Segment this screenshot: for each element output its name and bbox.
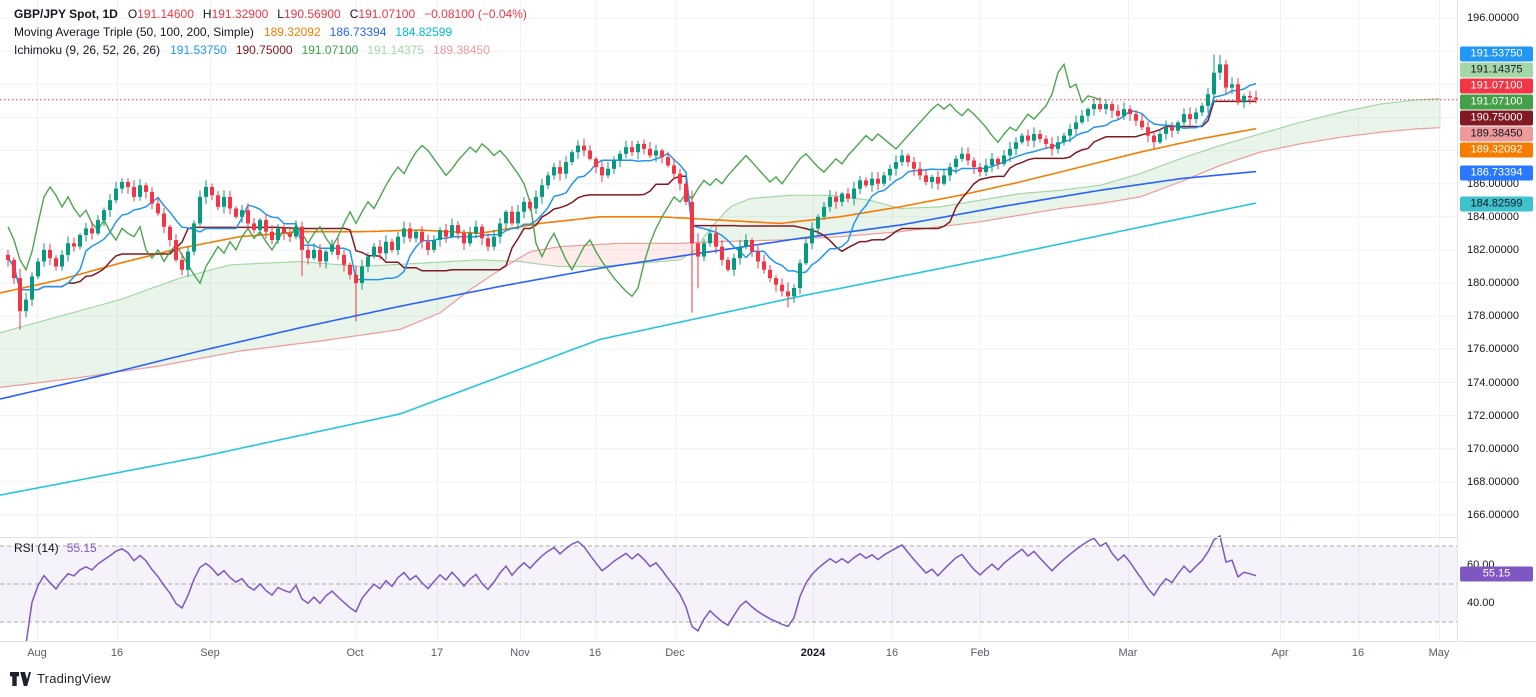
price-axis-label: 184.00000 xyxy=(1467,210,1519,223)
time-axis-label: Feb xyxy=(970,647,990,659)
open-label: O xyxy=(127,7,138,21)
time-axis-label: Mar xyxy=(1118,647,1138,659)
price-axis-badge: 186.73394 xyxy=(1460,165,1533,181)
tradingview-chart-window: GBP/JPY Spot, 1D O191.14600 H191.32900 L… xyxy=(0,0,1536,697)
rsi-indicator-title[interactable]: RSI (14) xyxy=(14,541,59,555)
ichimoku-base-value: 190.75000 xyxy=(235,43,293,57)
rsi-legend-row: RSI (14) 55.15 xyxy=(14,541,97,555)
symbol-legend-row: GBP/JPY Spot, 1D O191.14600 H191.32900 L… xyxy=(14,5,536,23)
open-value: 191.14600 xyxy=(137,7,194,21)
ichimoku-leadb-value: 189.38450 xyxy=(433,43,490,57)
high-label: H xyxy=(202,7,212,21)
tradingview-logo-icon xyxy=(10,671,31,686)
price-axis-badge: 189.38450 xyxy=(1460,126,1533,142)
time-axis-label: Nov xyxy=(510,647,530,659)
price-axis[interactable]: 196.00000 186.00000 184.00000 182.00000 180.… xyxy=(1457,0,1536,663)
tradingview-logo[interactable]: TradingView xyxy=(10,671,111,686)
time-axis-label: 16 xyxy=(1351,647,1365,659)
ichimoku-leada-value: 191.14375 xyxy=(367,43,425,57)
pane-divider[interactable] xyxy=(0,537,1536,538)
chart-legend: GBP/JPY Spot, 1D O191.14600 H191.32900 L… xyxy=(14,5,536,59)
price-axis-label: 182.00000 xyxy=(1467,243,1519,256)
price-axis-badge: 191.53750 xyxy=(1460,46,1533,62)
ichimoku-lagging-value: 191.07100 xyxy=(301,43,359,57)
time-axis-label: 16 xyxy=(110,647,124,659)
time-axis-label: Aug xyxy=(27,647,47,659)
high-value: 191.32900 xyxy=(211,7,269,21)
price-axis-badge: 189.32092 xyxy=(1460,142,1533,158)
rsi-pane xyxy=(0,534,1457,641)
ma200-value: 184.82599 xyxy=(395,25,453,39)
price-axis-label: 180.00000 xyxy=(1467,277,1519,290)
chart-canvas[interactable] xyxy=(0,0,1457,641)
price-axis-badge: 190.75000 xyxy=(1460,110,1533,126)
price-axis-label: 172.00000 xyxy=(1467,409,1519,422)
ichimoku-indicator-title[interactable]: Ichimoku (9, 26, 52, 26, 26) xyxy=(14,43,160,57)
tradingview-logo-text: TradingView xyxy=(37,671,111,686)
change-value: −0.08100 (−0.04%) xyxy=(424,7,527,21)
time-axis[interactable]: Aug 16 Sep Oct 17 Nov 16 Dec 2024 16 Feb Mar Apr 16 Ma… xyxy=(0,641,1536,664)
price-axis-label: 168.00000 xyxy=(1467,475,1519,488)
rsi-axis-label: 40.00 xyxy=(1467,597,1495,609)
price-axis-label: 196.00000 xyxy=(1467,12,1519,24)
ma-indicator-title[interactable]: Moving Average Triple (50, 100, 200, Sim… xyxy=(14,25,254,39)
price-axis-badge: 184.82599 xyxy=(1460,196,1533,212)
time-axis-label: Dec xyxy=(665,647,685,659)
time-axis-label: 2024 xyxy=(800,647,826,659)
footer-bar: TradingView xyxy=(0,664,1536,697)
time-axis-label: Oct xyxy=(346,647,364,659)
price-axis-badge: 191.07100 xyxy=(1460,78,1533,94)
price-axis-label: 178.00000 xyxy=(1467,310,1519,323)
ichimoku-cloud xyxy=(0,98,1441,388)
close-value: 191.07100 xyxy=(358,7,416,21)
price-axis-label: 174.00000 xyxy=(1467,376,1519,389)
ma50-value: 189.32092 xyxy=(263,25,321,39)
symbol-title[interactable]: GBP/JPY Spot, 1D xyxy=(14,7,118,21)
time-axis-label: Sep xyxy=(200,647,220,659)
time-axis-label: May xyxy=(1428,647,1450,659)
low-value: 190.56900 xyxy=(283,7,341,21)
ma100-value: 186.73394 xyxy=(329,25,387,39)
time-axis-label: 16 xyxy=(588,647,602,659)
rsi-axis-badge: 55.15 xyxy=(1460,566,1533,582)
ma-legend-row: Moving Average Triple (50, 100, 200, Sim… xyxy=(14,23,536,41)
price-axis-badge: 191.14375 xyxy=(1460,62,1533,78)
ichimoku-conversion-value: 191.53750 xyxy=(170,43,227,57)
time-axis-label: 16 xyxy=(885,647,899,659)
time-axis-label: 17 xyxy=(430,647,444,659)
ichimoku-legend-row: Ichimoku (9, 26, 52, 26, 26) 191.53750 1… xyxy=(14,41,536,59)
price-axis-badge: 191.07100 xyxy=(1460,94,1533,110)
price-axis-label: 166.00000 xyxy=(1467,509,1519,521)
time-axis-label: Apr xyxy=(1271,647,1289,659)
price-axis-label: 170.00000 xyxy=(1467,442,1519,455)
low-label: L xyxy=(277,7,284,21)
price-axis-label: 176.00000 xyxy=(1467,343,1519,356)
rsi-value: 55.15 xyxy=(66,541,97,555)
